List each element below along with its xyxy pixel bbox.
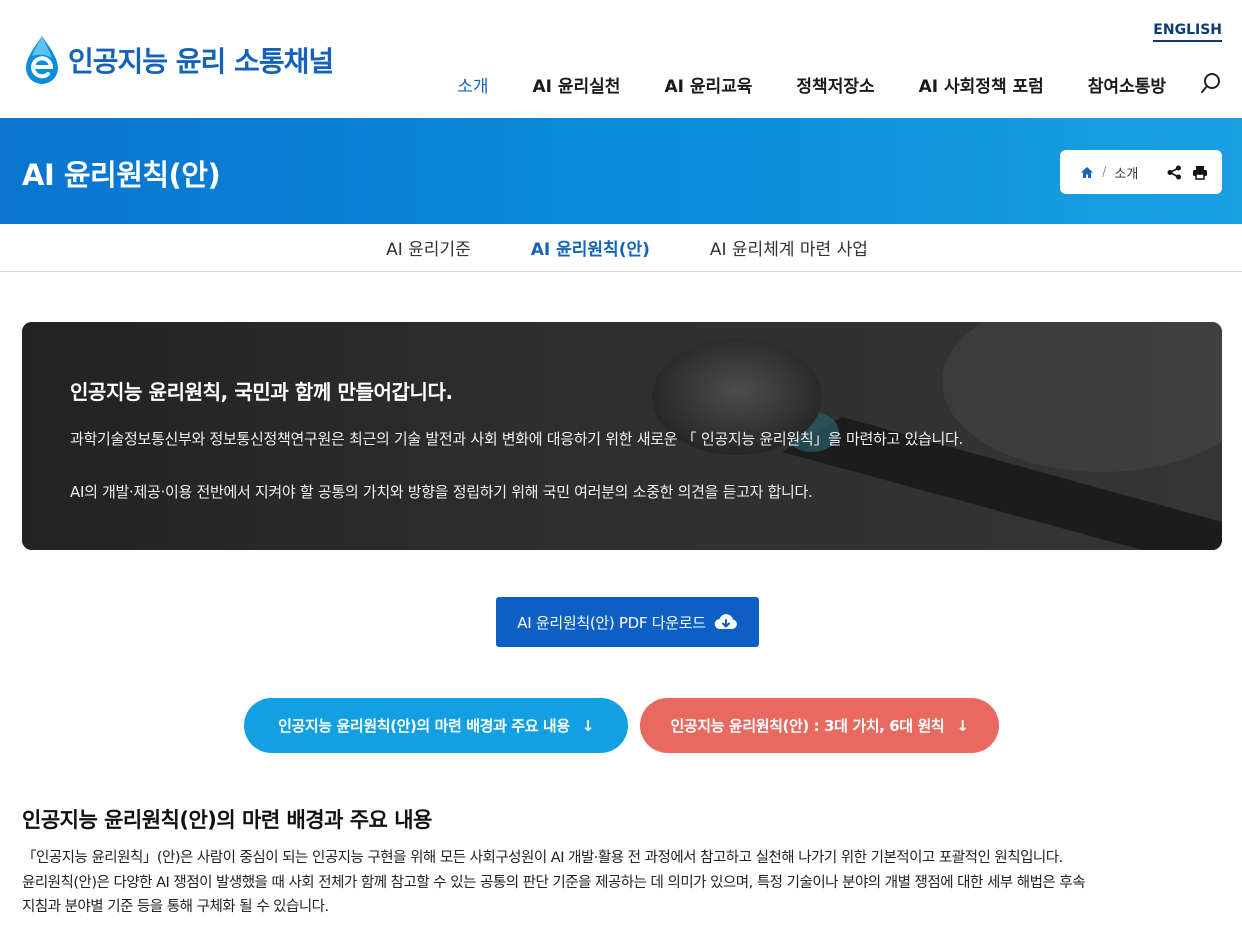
- logo-text: 인공지능 윤리 소통채널: [68, 45, 334, 78]
- page-title: AI 윤리원칙(안): [22, 158, 221, 192]
- sub-tabs: AI 윤리기준 AI 윤리원칙(안) AI 윤리체계 마련 사업: [0, 224, 1242, 272]
- tab-ai-ethics-principles[interactable]: AI 윤리원칙(안): [531, 235, 650, 260]
- print-icon[interactable]: [1192, 165, 1208, 180]
- anchor-principles-button[interactable]: 인공지능 윤리원칙(안) : 3대 가치, 6대 원칙 ↓: [640, 698, 999, 753]
- section-body: 「인공지능 윤리원칙」(안)은 사람이 중심이 되는 인공지능 구현을 위해 모…: [22, 846, 1222, 920]
- page-title-banner: AI 윤리원칙(안) / 소개: [0, 118, 1242, 224]
- anchor-background-label: 인공지능 윤리원칙(안)의 마련 배경과 주요 내용: [278, 717, 570, 735]
- nav-item-ai-ethics-practice[interactable]: AI 윤리실천: [532, 72, 620, 97]
- tab-ai-ethics-standard[interactable]: AI 윤리기준: [386, 235, 471, 260]
- cloud-download-icon: [714, 614, 737, 630]
- tab-ai-ethics-system-project[interactable]: AI 윤리체계 마련 사업: [710, 235, 868, 260]
- section-line: 「인공지능 윤리원칙」(안)은 사람이 중심이 되는 인공지능 구현을 위해 모…: [22, 850, 1063, 866]
- english-link[interactable]: ENGLISH: [1153, 22, 1222, 42]
- arrow-down-icon: ↓: [581, 716, 595, 735]
- nav-item-ai-ethics-education[interactable]: AI 윤리교육: [664, 72, 752, 97]
- nav-item-participation[interactable]: 참여소통방: [1088, 72, 1166, 97]
- anchor-principles-label: 인공지능 윤리원칙(안) : 3대 가치, 6대 원칙: [670, 717, 945, 735]
- hero-banner: 인공지능 윤리원칙, 국민과 함께 만들어갑니다. 과학기술정보통신부와 정보통…: [22, 322, 1222, 550]
- search-icon[interactable]: [1200, 72, 1222, 94]
- breadcrumb-current: 소개: [1114, 166, 1139, 182]
- hero-paragraph-1: 과학기술정보통신부와 정보통신정책연구원은 최근의 기술 발전과 사회 변화에 …: [70, 430, 963, 448]
- arrow-down-icon: ↓: [956, 716, 969, 735]
- banner-actions: [1167, 165, 1208, 180]
- breadcrumb-separator: /: [1102, 164, 1107, 180]
- section-line: 윤리원칙(안)은 다양한 AI 쟁점이 발생했을 때 사회 전체가 함께 참고할…: [22, 874, 1086, 891]
- hero-title: 인공지능 윤리원칙, 국민과 함께 만들어갑니다.: [70, 380, 453, 404]
- nav-item-intro[interactable]: 소개: [457, 72, 488, 97]
- pdf-download-label: AI 윤리원칙(안) PDF 다운로드: [517, 613, 706, 632]
- site-header: 인공지능 윤리 소통채널 ENGLISH 소개 AI 윤리실천 AI 윤리교육 …: [0, 0, 1242, 118]
- nav-item-ai-social-policy-forum[interactable]: AI 사회정책 포럼: [919, 72, 1044, 97]
- section-title: 인공지능 윤리원칙(안)의 마련 배경과 주요 내용: [22, 808, 432, 832]
- nav-item-policy-archive[interactable]: 정책저장소: [796, 72, 874, 97]
- home-icon[interactable]: [1080, 166, 1094, 179]
- anchor-background-button[interactable]: 인공지능 윤리원칙(안)의 마련 배경과 주요 내용 ↓: [244, 698, 628, 753]
- logo-drop-icon: [26, 36, 58, 84]
- pdf-download-button[interactable]: AI 윤리원칙(안) PDF 다운로드: [496, 597, 759, 647]
- section-line: 지침과 분야별 기준 등을 통해 구체화 될 수 있습니다.: [22, 899, 329, 915]
- site-logo[interactable]: 인공지능 윤리 소통채널: [22, 34, 334, 86]
- main-nav: 소개 AI 윤리실천 AI 윤리교육 정책저장소 AI 사회정책 포럼 참여소통…: [457, 72, 1166, 97]
- share-icon[interactable]: [1167, 165, 1182, 180]
- breadcrumb: / 소개: [1060, 150, 1222, 194]
- hero-paragraph-2: AI의 개발·제공·이용 전반에서 지켜야 할 공통의 가치와 방향을 정립하기…: [70, 483, 813, 501]
